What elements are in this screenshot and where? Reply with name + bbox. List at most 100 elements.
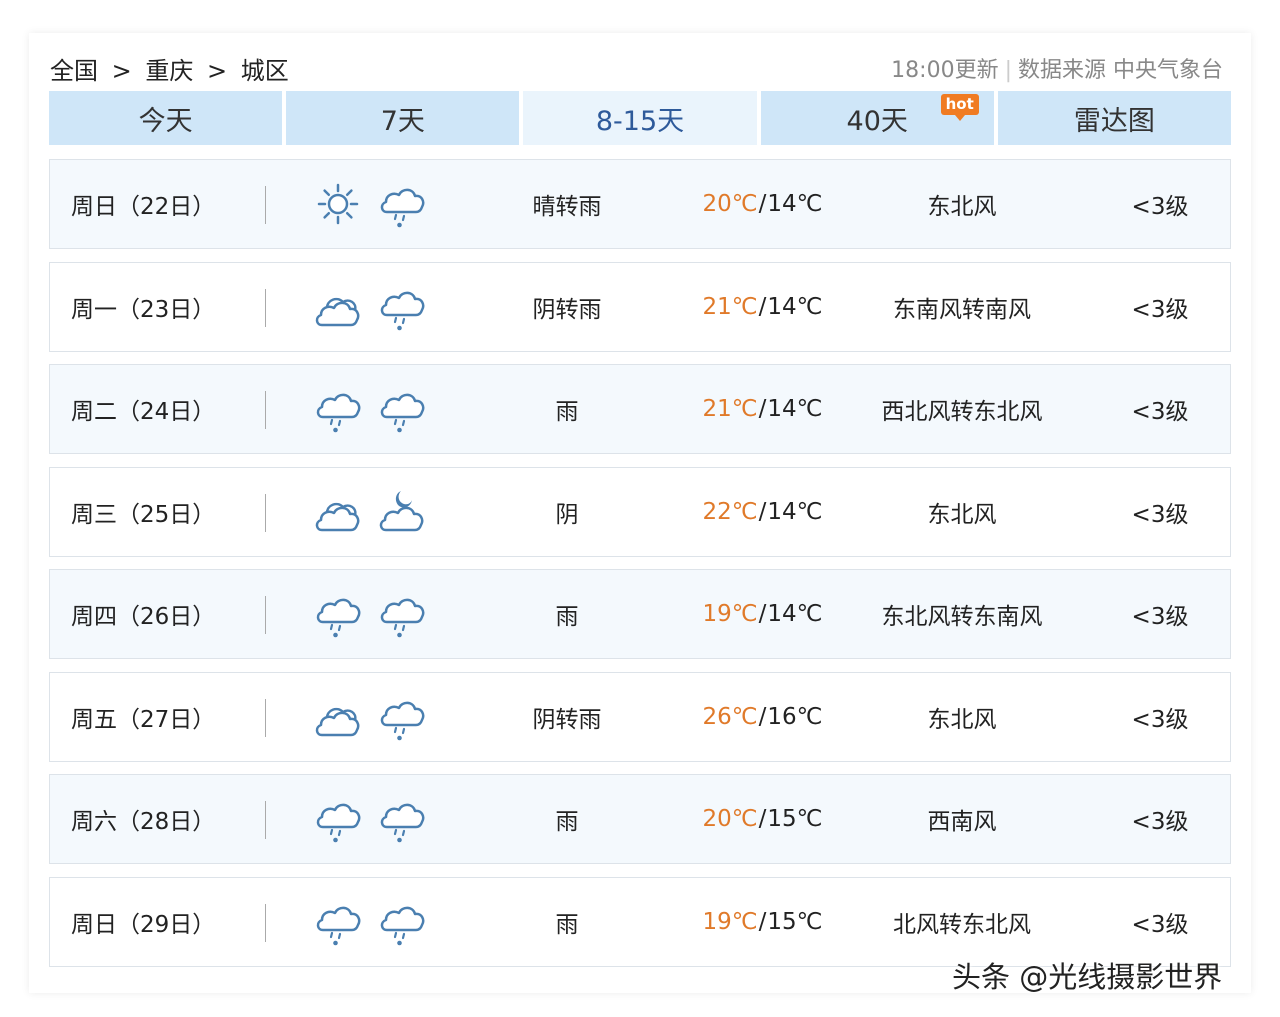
forecast-date: 周日（29日） [71, 911, 216, 938]
forecast-row: 周五（27日） 阴转雨 26℃/16℃ 东北风 <3级 [49, 671, 1231, 762]
row-divider [265, 596, 266, 634]
temperature-range: 21℃/14℃ [690, 365, 835, 453]
cloud-rain-icon [313, 897, 363, 947]
cloud-rain-icon [377, 692, 427, 742]
data-source: 数据来源 中央气象台 [1018, 58, 1223, 83]
weather-icons [313, 160, 427, 248]
breadcrumb-city[interactable]: 重庆 [145, 57, 193, 85]
cloud-rain-icon [377, 897, 427, 947]
forecast-row: 周日（29日） 雨 19℃/15℃ 北风转东北风 <3级 [49, 876, 1231, 967]
wind-direction: 东北风 [927, 706, 997, 733]
high-temperature: 21℃ [702, 396, 758, 422]
forecast-row: 周一（23日） 阴转雨 21℃/14℃ 东南风转南风 <3级 [49, 261, 1231, 352]
temperature-range: 20℃/14℃ [690, 160, 835, 248]
temperature-range: 22℃/14℃ [690, 468, 835, 556]
cloud-rain-icon [313, 589, 363, 639]
wind-direction: 西南风 [927, 809, 997, 835]
cloud-rain-icon [313, 794, 363, 844]
top-bar: 全国 > 重庆 > 城区 18:00更新 | 数据来源 中央气象台 [50, 51, 1223, 86]
temperature-slash: / [758, 908, 767, 935]
breadcrumb-separator: > [207, 57, 228, 85]
weather-icons [313, 878, 427, 966]
temperature-slash: / [758, 396, 767, 422]
tab-radar[interactable]: 雷达图 [997, 91, 1232, 145]
wind-level: <3级 [1131, 911, 1189, 938]
low-temperature: 14℃ [767, 191, 823, 217]
forecast-list: 周日（22日） 晴转雨 20℃/14℃ 东北风 <3级 周一（23日） 阴转雨 … [49, 159, 1231, 979]
forecast-date: 周六（28日） [71, 809, 216, 835]
forecast-row: 周日（22日） 晴转雨 20℃/14℃ 东北风 <3级 [49, 159, 1231, 249]
high-temperature: 26℃ [702, 703, 758, 730]
wind-direction: 西北风转东北风 [881, 399, 1043, 425]
weather-panel: 全国 > 重庆 > 城区 18:00更新 | 数据来源 中央气象台 今天 7天 8-… [29, 33, 1251, 993]
cloud-icon [313, 487, 363, 537]
cloud-moon-icon [377, 487, 427, 537]
row-divider [265, 493, 266, 532]
tab-8-15-days[interactable]: 8-15天 [523, 91, 757, 145]
temperature-slash: / [758, 498, 767, 525]
forecast-tabs: 今天 7天 8-15天 40天 hot 雷达图 [49, 91, 1232, 145]
forecast-row: 周二（24日） 雨 21℃/14℃ 西北风转东北风 <3级 [49, 364, 1231, 454]
forecast-date: 周一（23日） [71, 296, 216, 323]
update-time: 18:00更新 [891, 58, 999, 83]
wind-level: <3级 [1131, 706, 1189, 733]
weather-icons [313, 570, 427, 658]
cloud-rain-icon [377, 589, 427, 639]
low-temperature: 16℃ [767, 703, 823, 730]
weather-description: 雨 [555, 809, 579, 835]
weather-description: 阴转雨 [532, 296, 602, 323]
forecast-date: 周日（22日） [71, 194, 216, 220]
low-temperature: 15℃ [767, 806, 823, 832]
row-divider [265, 391, 266, 429]
wind-level: <3级 [1131, 194, 1189, 220]
cloud-rain-icon [313, 384, 363, 434]
weather-description: 阴 [555, 501, 579, 528]
wind-level: <3级 [1131, 809, 1189, 835]
row-divider [265, 698, 266, 737]
tab-label: 今天 [138, 105, 193, 137]
temperature-range: 19℃/14℃ [690, 570, 835, 658]
weather-description: 雨 [555, 911, 579, 938]
row-divider [265, 903, 266, 942]
forecast-date: 周二（24日） [71, 399, 216, 425]
low-temperature: 14℃ [767, 293, 823, 320]
wind-direction: 北风转东北风 [893, 911, 1031, 938]
tab-7-days[interactable]: 7天 [286, 91, 520, 145]
low-temperature: 15℃ [767, 908, 823, 935]
wind-direction: 东南风转南风 [893, 296, 1031, 323]
wind-direction: 东北风 [927, 194, 997, 220]
tab-today[interactable]: 今天 [49, 91, 283, 145]
tab-40-days[interactable]: 40天 hot [760, 91, 994, 145]
update-info: 18:00更新 | 数据来源 中央气象台 [891, 52, 1223, 84]
weather-icons [313, 468, 427, 556]
forecast-row: 周四（26日） 雨 19℃/14℃ 东北风转东南风 <3级 [49, 569, 1231, 659]
temperature-slash: / [758, 601, 767, 627]
weather-description: 雨 [555, 399, 579, 425]
temperature-slash: / [758, 191, 767, 217]
high-temperature: 19℃ [702, 601, 758, 627]
watermark: 头条 @光线摄影世界 [952, 960, 1223, 994]
weather-icons [313, 775, 427, 863]
high-temperature: 19℃ [702, 908, 758, 935]
weather-icons [313, 263, 427, 351]
hot-badge: hot [940, 94, 979, 121]
high-temperature: 20℃ [702, 191, 758, 217]
forecast-date: 周五（27日） [71, 706, 216, 733]
temperature-range: 21℃/14℃ [690, 263, 835, 351]
forecast-row: 周三（25日） 阴 22℃/14℃ 东北风 <3级 [49, 466, 1231, 557]
cloud-rain-icon [377, 384, 427, 434]
tab-label: 40天 [846, 105, 908, 137]
temperature-slash: / [758, 703, 767, 730]
low-temperature: 14℃ [767, 498, 823, 525]
breadcrumb: 全国 > 重庆 > 城区 [50, 51, 289, 86]
row-divider [265, 288, 266, 327]
weather-icons [313, 365, 427, 453]
weather-icons [313, 673, 427, 761]
high-temperature: 20℃ [702, 806, 758, 832]
weather-description: 雨 [555, 604, 579, 630]
tab-label: 7天 [380, 105, 425, 137]
breadcrumb-country[interactable]: 全国 [50, 57, 98, 85]
wind-direction: 东北风 [927, 501, 997, 528]
high-temperature: 21℃ [702, 293, 758, 320]
high-temperature: 22℃ [702, 498, 758, 525]
